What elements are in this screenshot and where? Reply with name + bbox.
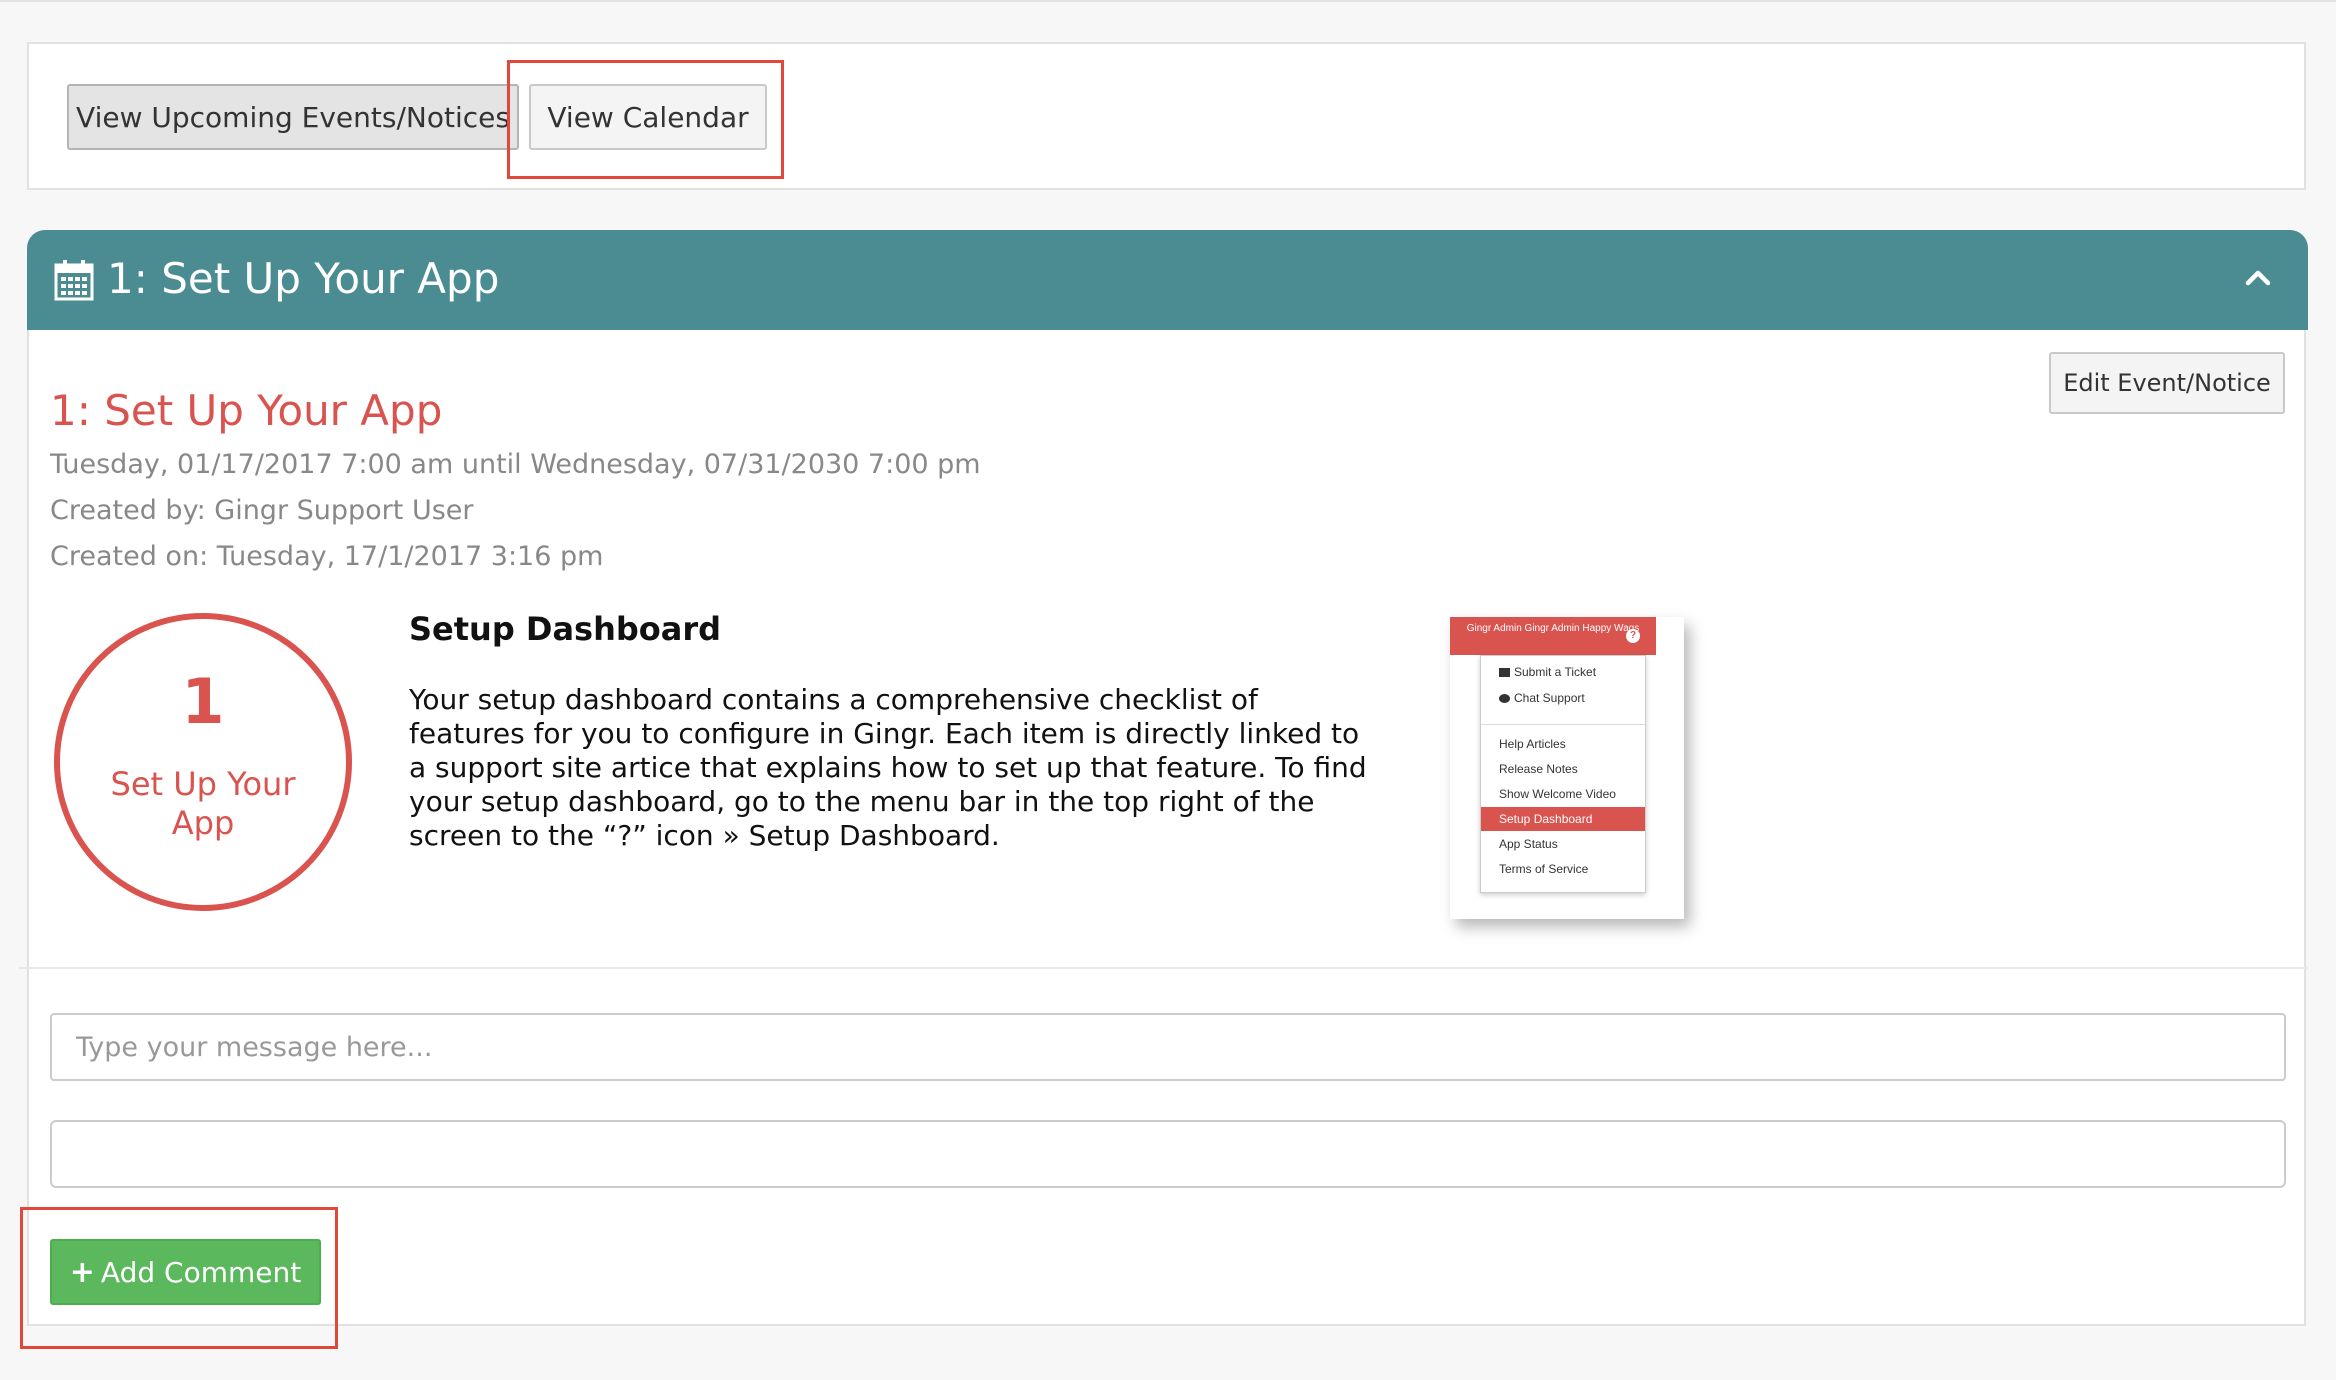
envelope-icon (1499, 668, 1510, 677)
created-on-text: Created on: Tuesday, 17/1/2017 3:16 pm (50, 541, 604, 572)
mini-item-label: Submit a Ticket (1514, 665, 1597, 679)
step-label: Set Up Your App (110, 765, 296, 842)
mini-item-welcome-video: Show Welcome Video (1499, 787, 1616, 801)
mini-item-setup-dashboard: Setup Dashboard (1481, 807, 1645, 831)
step-badge: 1 Set Up Your App (54, 613, 352, 911)
mini-item-label: Chat Support (1514, 691, 1585, 705)
comment-divider (19, 967, 2308, 969)
mini-item-terms: Terms of Service (1499, 862, 1589, 876)
mini-item-chat-support: Chat Support (1481, 686, 1645, 710)
event-panel-header[interactable]: 1: Set Up Your App (27, 230, 2308, 330)
add-comment-button[interactable]: + Add Comment (50, 1239, 321, 1305)
event-header-title: 1: Set Up Your App (107, 254, 500, 303)
calendar-icon (54, 260, 94, 301)
edit-event-button[interactable]: Edit Event/Notice (2049, 352, 2285, 414)
mini-dropdown-menu: Submit a Ticket Chat Support Help Articl… (1480, 655, 1646, 893)
view-upcoming-events-button[interactable]: View Upcoming Events/Notices (67, 84, 519, 150)
mini-item-submit-ticket: Submit a Ticket (1481, 660, 1645, 684)
step-number: 1 (181, 665, 225, 738)
top-border (0, 0, 2336, 2)
chevron-up-icon[interactable] (2245, 266, 2271, 288)
event-date-range: Tuesday, 01/17/2017 7:00 am until Wednes… (50, 449, 981, 480)
toolbar-panel: View Upcoming Events/Notices View Calend… (27, 42, 2306, 190)
mini-item-app-status: App Status (1499, 837, 1558, 851)
help-icon: ? (1626, 629, 1640, 643)
content-body: Your setup dashboard contains a comprehe… (409, 683, 1367, 852)
content-heading: Setup Dashboard (409, 610, 722, 648)
mini-divider (1481, 724, 1645, 725)
mini-item-help-articles: Help Articles (1499, 737, 1566, 751)
event-card: 1: Set Up Your App Edit Event/Notice 1: … (19, 230, 2308, 1326)
message-input[interactable] (50, 1013, 2286, 1081)
view-calendar-button[interactable]: View Calendar (529, 84, 767, 150)
comment-attachment-field[interactable] (50, 1120, 2286, 1188)
add-comment-label: Add Comment (100, 1255, 302, 1289)
mini-item-release-notes: Release Notes (1499, 762, 1578, 776)
help-menu-screenshot: Gingr Admin Gingr Admin Happy Wags ? Sub… (1450, 617, 1684, 919)
plus-icon: + (69, 1254, 95, 1290)
event-title: 1: Set Up Your App (50, 386, 443, 435)
chat-icon (1499, 694, 1510, 703)
created-by-text: Created by: Gingr Support User (50, 495, 474, 526)
